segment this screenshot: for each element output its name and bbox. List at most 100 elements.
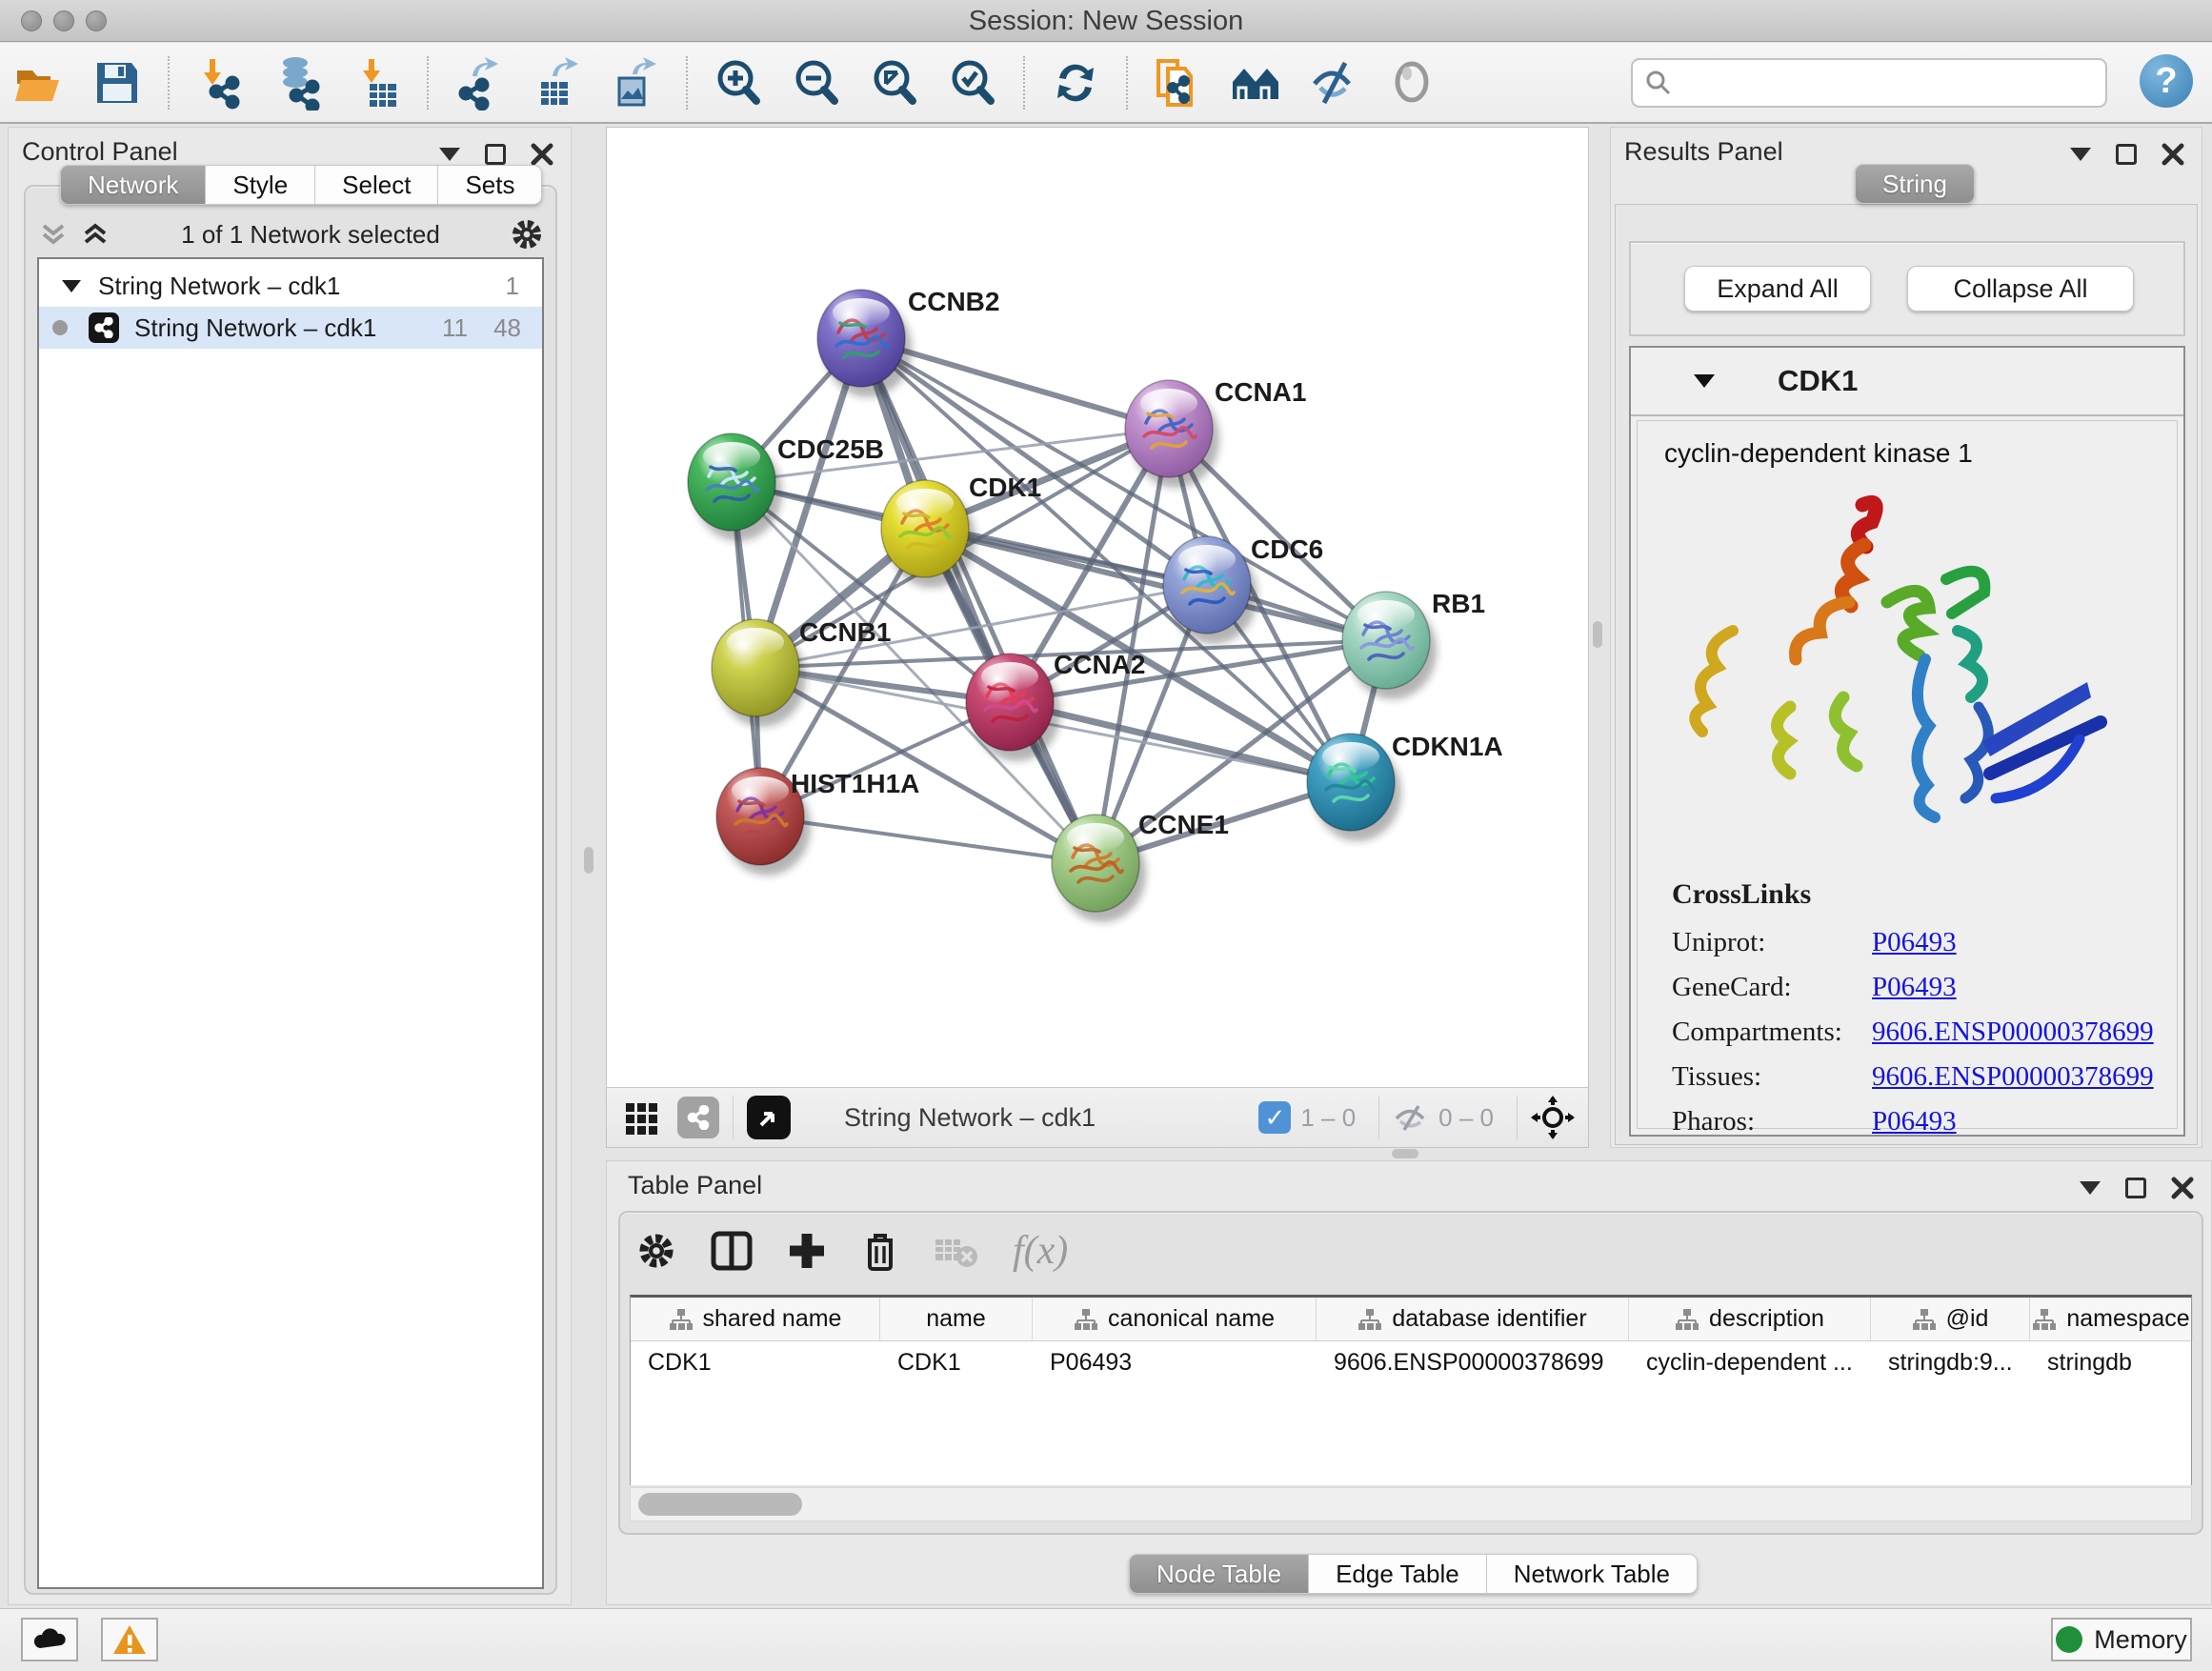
export-network-icon[interactable]	[450, 53, 509, 112]
memory-button[interactable]: Memory	[2051, 1618, 2192, 1661]
network-node-CCNA2[interactable]: CCNA2	[966, 650, 1145, 761]
expand-all-button[interactable]: Expand All	[1684, 266, 1871, 312]
export-image-icon[interactable]	[606, 53, 665, 112]
network-node-RB1[interactable]: RB1	[1342, 589, 1485, 699]
hidden-eye-icon[interactable]	[1393, 1102, 1429, 1133]
select-columns-icon[interactable]	[710, 1229, 754, 1273]
save-session-icon[interactable]	[88, 53, 147, 112]
network-view-type-icon[interactable]	[677, 1097, 719, 1138]
tab-network[interactable]: Network	[60, 165, 206, 205]
crosslink-link[interactable]: 9606.ENSP00000378699	[1872, 1061, 2154, 1092]
table-cell[interactable]: CDK1	[631, 1341, 880, 1383]
expand-all-icon[interactable]	[79, 220, 111, 249]
crosslink-label: Tissues:	[1672, 1061, 1872, 1093]
zoom-fit-icon[interactable]	[865, 53, 924, 112]
table-gear-icon[interactable]	[635, 1230, 677, 1272]
expander-icon[interactable]	[62, 280, 81, 292]
column-header-database-identifier[interactable]: database identifier	[1317, 1298, 1629, 1340]
crosslink-label: Pharos:	[1672, 1106, 1872, 1137]
scrollbar-thumb[interactable]	[638, 1493, 802, 1516]
selected-nodes-checkbox[interactable]: ✓	[1258, 1101, 1291, 1134]
zoom-out-icon[interactable]	[787, 53, 846, 112]
cloud-button[interactable]	[21, 1618, 78, 1661]
table-row[interactable]: CDK1CDK1P064939606.ENSP00000378699cyclin…	[631, 1341, 2191, 1383]
column-header-@id[interactable]: @id	[1871, 1298, 2030, 1340]
collapse-gene-icon[interactable]	[1694, 374, 1715, 388]
panel-menu-icon[interactable]	[2080, 1181, 2101, 1195]
crosslink-link[interactable]: P06493	[1872, 927, 1957, 957]
tab-network-table[interactable]: Network Table	[1487, 1554, 1698, 1594]
close-panel-icon[interactable]	[531, 143, 553, 166]
tab-select[interactable]: Select	[315, 165, 438, 205]
import-network-icon[interactable]	[191, 53, 250, 112]
network-node-HIST1H1A[interactable]: HIST1H1A	[716, 768, 919, 876]
warnings-button[interactable]	[101, 1618, 158, 1661]
tab-edge-table[interactable]: Edge Table	[1309, 1554, 1487, 1594]
network-row[interactable]: String Network – cdk1 11 48	[39, 307, 542, 349]
column-header-namespace[interactable]: namespace	[2030, 1298, 2193, 1340]
tab-string[interactable]: String	[1855, 164, 1975, 204]
network-node-CCNB1[interactable]: CCNB1	[712, 617, 891, 727]
grid-view-icon[interactable]	[622, 1097, 662, 1137]
tab-sets[interactable]: Sets	[438, 165, 542, 205]
crosslink-label: Compartments:	[1672, 1017, 1872, 1048]
crosslink-link[interactable]: 9606.ENSP00000378699	[1872, 1017, 2154, 1047]
collapse-all-icon[interactable]	[37, 220, 70, 249]
help-icon[interactable]: ?	[2140, 54, 2193, 108]
network-node-CDKN1A[interactable]: CDKN1A	[1307, 732, 1503, 841]
network-collection-row[interactable]: String Network – cdk1 1	[39, 265, 542, 307]
collapse-all-button[interactable]: Collapse All	[1907, 266, 2134, 312]
add-column-icon[interactable]	[786, 1230, 828, 1272]
table-cell[interactable]: 9606.ENSP00000378699	[1317, 1341, 1629, 1383]
table-horizontal-scrollbar[interactable]	[630, 1487, 2192, 1521]
tab-node-table[interactable]: Node Table	[1129, 1554, 1309, 1594]
network-node-CCNE1[interactable]: CCNE1	[1052, 810, 1229, 922]
first-neighbors-icon[interactable]	[1227, 53, 1286, 112]
hidden-count: 0 – 0	[1438, 1103, 1494, 1133]
hide-selected-icon[interactable]	[1305, 53, 1364, 112]
refresh-icon[interactable]	[1046, 53, 1105, 112]
column-header-name[interactable]: name	[880, 1298, 1033, 1340]
clone-network-icon[interactable]	[1149, 53, 1208, 112]
column-header-shared-name[interactable]: shared name	[631, 1298, 880, 1340]
network-node-CDK1[interactable]: CDK1	[881, 473, 1041, 588]
crosslink-link[interactable]: P06493	[1872, 1106, 1957, 1137]
import-network-database-icon[interactable]	[269, 53, 328, 112]
search-input[interactable]	[1673, 68, 2082, 99]
bottom-splitter-handle[interactable]	[1392, 1149, 1418, 1158]
open-session-icon[interactable]	[10, 53, 69, 112]
import-table-icon[interactable]	[347, 53, 406, 112]
network-canvas[interactable]: CCNB2CCNA1CDC25BCDK1CDC6RB1CCNB1CCNA2CDK…	[607, 128, 1588, 1087]
float-panel-icon[interactable]	[2125, 1178, 2146, 1198]
panel-menu-icon[interactable]	[2070, 148, 2091, 161]
show-all-icon[interactable]	[1383, 53, 1442, 112]
zoom-selected-icon[interactable]	[943, 53, 1002, 112]
zoom-in-icon[interactable]	[709, 53, 768, 112]
table-cell[interactable]: CDK1	[880, 1341, 1033, 1383]
export-table-icon[interactable]	[528, 53, 587, 112]
birds-eye-icon[interactable]	[1531, 1096, 1575, 1139]
toolbar-separator	[1023, 56, 1025, 110]
float-panel-icon[interactable]	[485, 144, 506, 165]
column-header-description[interactable]: description	[1629, 1298, 1871, 1340]
table-cell[interactable]: stringdb	[2030, 1341, 2193, 1383]
delete-column-icon[interactable]	[860, 1229, 900, 1273]
right-splitter-handle[interactable]	[1593, 621, 1602, 648]
crosslink-link[interactable]: P06493	[1872, 972, 1957, 1002]
network-view-toolbar: String Network – cdk1 ✓ 1 – 0 0 – 0	[607, 1087, 1588, 1147]
close-panel-icon[interactable]	[2162, 143, 2184, 166]
close-panel-icon[interactable]	[2171, 1177, 2194, 1199]
panel-menu-icon[interactable]	[439, 148, 460, 161]
gear-icon[interactable]	[510, 217, 544, 252]
table-cell[interactable]: P06493	[1033, 1341, 1317, 1383]
column-header-canonical-name[interactable]: canonical name	[1033, 1298, 1317, 1340]
detach-view-icon[interactable]	[747, 1096, 791, 1139]
gene-header[interactable]: CDK1	[1631, 348, 2183, 416]
float-panel-icon[interactable]	[2116, 144, 2137, 165]
delete-table-icon[interactable]	[933, 1232, 980, 1270]
tab-style[interactable]: Style	[206, 165, 315, 205]
table-cell[interactable]: cyclin-dependent ...	[1629, 1341, 1871, 1383]
table-cell[interactable]: stringdb:9...	[1871, 1341, 2030, 1383]
function-builder-icon[interactable]: f(x)	[1013, 1228, 1068, 1274]
left-splitter-handle[interactable]	[584, 847, 593, 874]
